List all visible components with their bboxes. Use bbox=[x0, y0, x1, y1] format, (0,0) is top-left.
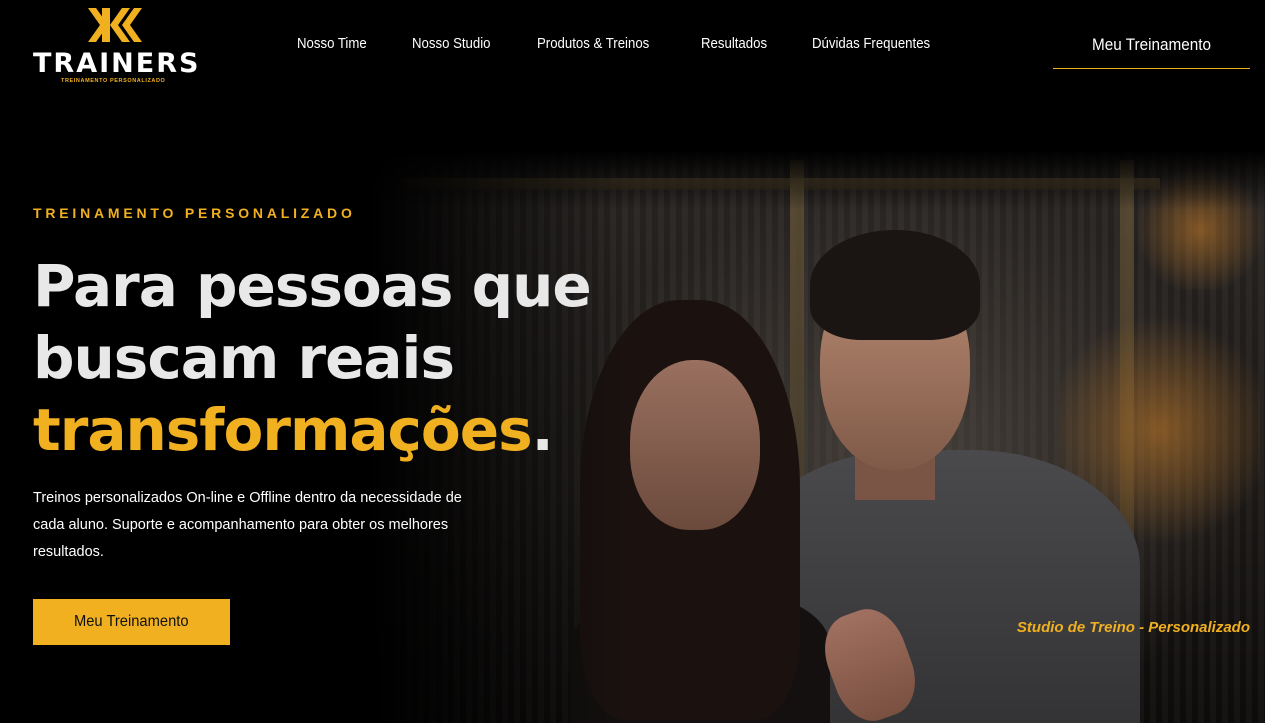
nav-link-resultados[interactable]: Resultados bbox=[701, 35, 767, 52]
nav-link-nosso-time[interactable]: Nosso Time bbox=[297, 35, 367, 52]
meu-treinamento-link[interactable]: Meu Treinamento bbox=[1053, 28, 1250, 69]
headline-line-1: Para pessoas que bbox=[33, 252, 592, 320]
nav-link-produtos-treinos[interactable]: Produtos & Treinos bbox=[537, 35, 649, 52]
logo-tagline: TREINAMENTO PERSONALIZADO bbox=[61, 78, 166, 84]
site-header: TRAINERS TREINAMENTO PERSONALIZADO Nosso… bbox=[0, 0, 1265, 90]
nav-link-nosso-studio[interactable]: Nosso Studio bbox=[412, 35, 491, 52]
hero-headline: Para pessoas que buscam reais transforma… bbox=[33, 250, 593, 466]
trainers-logo[interactable]: TRAINERS TREINAMENTO PERSONALIZADO bbox=[33, 8, 203, 88]
nav-link-duvidas-frequentes[interactable]: Dúvidas Frequentes bbox=[812, 35, 930, 52]
logo-wordmark: TRAINERS bbox=[33, 48, 201, 79]
photo-caption: Studio de Treino - Personalizado bbox=[1016, 619, 1250, 636]
meu-treinamento-link-label: Meu Treinamento bbox=[1091, 35, 1212, 54]
meu-treinamento-button[interactable]: Meu Treinamento bbox=[33, 599, 230, 645]
headline-period: . bbox=[531, 396, 554, 464]
logo-mark-icon bbox=[88, 8, 142, 42]
hero-section: TREINAMENTO PERSONALIZADO Para pessoas q… bbox=[0, 90, 1265, 723]
headline-line-2: buscam reais bbox=[33, 324, 455, 392]
main-nav: Nosso Time Nosso Studio Produtos & Trein… bbox=[297, 35, 982, 52]
meu-treinamento-button-label: Meu Treinamento bbox=[74, 613, 189, 630]
hero-description: Treinos personalizados On-line e Offline… bbox=[33, 490, 462, 560]
hero-eyebrow: TREINAMENTO PERSONALIZADO bbox=[33, 205, 356, 221]
headline-accent: transformações bbox=[33, 396, 533, 464]
